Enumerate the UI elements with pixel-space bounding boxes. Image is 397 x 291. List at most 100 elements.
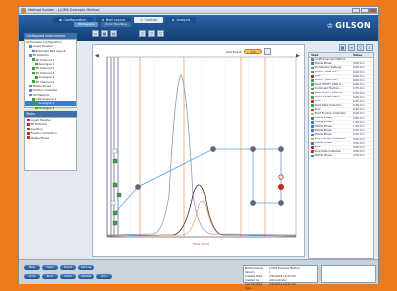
task-value: 3.00 min xyxy=(353,137,365,141)
check-button[interactable]: Check xyxy=(60,274,76,279)
save-icon[interactable]: ▤ xyxy=(110,30,117,37)
task-name-cell: Mobile Phase xyxy=(309,125,353,128)
task-name: Sync xyxy=(314,74,321,78)
timeline-chart[interactable]: Time (min) ◀ ▶ Add Event: Job xyxy=(92,44,305,257)
task-icon xyxy=(311,150,314,154)
gradient-point xyxy=(135,184,141,190)
info-value: LC/MS Example Method xyxy=(269,267,300,270)
task-name-cell: GX-271 Prep Inject... xyxy=(309,96,353,99)
filter-icon[interactable]: ▽ xyxy=(157,30,164,37)
filter-icon[interactable]: ▽ xyxy=(357,44,364,51)
task-icon xyxy=(311,79,314,82)
run-button[interactable]: Run xyxy=(96,274,112,279)
task-name: Mobile Phase xyxy=(314,116,332,120)
table-row[interactable]: Mobile Phase 4.50 min xyxy=(309,154,373,159)
info-row: Last Modified Date 7/26/2016 10:45 AM xyxy=(245,283,316,290)
event-marker xyxy=(112,220,118,226)
task-value: 0.25 min xyxy=(353,99,365,103)
tab-status-dot xyxy=(140,18,143,22)
task-name-cell: LC/MS Example Method xyxy=(309,58,353,61)
x-axis-label: Time (min) xyxy=(192,242,209,246)
task-name: Mobile Phase xyxy=(314,129,332,132)
task-icon xyxy=(311,95,314,99)
maximize-button[interactable] xyxy=(361,8,369,13)
task-icon xyxy=(311,66,314,70)
instrument-icon xyxy=(29,54,32,57)
task-name-cell: Sync xyxy=(309,100,353,103)
filter-icon[interactable]: ▽ xyxy=(139,30,146,37)
task-value: 2.50 min xyxy=(353,133,365,137)
task-name: Mobile Phase xyxy=(314,141,332,145)
task-value: 0.30 min xyxy=(353,104,365,108)
workspace-subtabs: Workspace Error Handling xyxy=(74,22,132,27)
task-value: 0.00 min xyxy=(353,83,365,87)
undo-button[interactable]: Undo xyxy=(24,274,40,279)
instrument-icon xyxy=(35,62,38,66)
task-icon xyxy=(311,121,314,124)
task-icon xyxy=(311,75,314,78)
task-name: Sync xyxy=(314,108,321,111)
task-name: Mobile Phase xyxy=(314,125,332,128)
toolbar-left: ▭ ▦ ▤ xyxy=(92,30,117,37)
gilson-logo: GILSON xyxy=(335,21,371,30)
application-window: Method Builder - LC/MS Example Method Co… xyxy=(18,6,379,290)
redo-button[interactable]: Redo xyxy=(42,274,58,279)
task-value: 3.50 min xyxy=(353,141,365,145)
task-name: VERITY 1900 MS... xyxy=(314,78,339,82)
task-icon xyxy=(27,132,30,135)
gradient-point xyxy=(278,146,284,152)
task-value: 4.50 min xyxy=(353,154,365,158)
task-name-cell: Sync xyxy=(309,146,353,149)
subtab-error-handling[interactable]: Error Handling xyxy=(101,22,132,27)
task-icon xyxy=(311,87,314,91)
grid-icon[interactable]: ▦ xyxy=(101,30,108,37)
new-icon[interactable]: ▭ xyxy=(92,30,99,37)
add-event-control: Add Event: Job xyxy=(226,48,272,55)
task-icon xyxy=(27,127,30,131)
instrument-icon xyxy=(29,84,32,88)
tree-item[interactable]: Analogue 4 xyxy=(25,106,76,110)
task-name: PK Detector Settings xyxy=(314,66,342,69)
validate-button[interactable]: Validate xyxy=(78,274,94,279)
event-marker xyxy=(112,182,118,188)
open-button[interactable]: Open xyxy=(42,265,58,270)
save-as-button[interactable]: Save as xyxy=(78,265,94,270)
tab-analysis[interactable]: Analysis xyxy=(165,17,197,23)
tasks-list: Liquid Handler PK Detector Injection Fracti… xyxy=(24,117,77,171)
add-event-dropdown[interactable]: Job xyxy=(244,49,263,54)
task-icon xyxy=(311,129,314,133)
subtab-workspace[interactable]: Workspace xyxy=(74,22,99,27)
notes-field[interactable] xyxy=(321,265,376,283)
task-icon xyxy=(311,142,314,145)
instrument-icon xyxy=(26,40,29,44)
event-marker xyxy=(110,200,116,206)
instrument-icon xyxy=(35,102,38,105)
tab-status-dot xyxy=(171,18,175,22)
task-name-cell: Stop Fraction Collection xyxy=(309,138,353,141)
method-info: Method Name LC/MS Example Method Version 1 C… xyxy=(243,265,318,290)
tiles-icon[interactable]: ▦ xyxy=(339,44,346,51)
chart-canvas[interactable]: Time (min) ◀ ▶ xyxy=(93,45,304,256)
instrument-icon xyxy=(32,67,35,70)
left-panel: Configured Instruments Example Configura… xyxy=(24,33,77,241)
tab-control[interactable]: Control xyxy=(134,17,163,23)
export-icon[interactable]: ⇩ xyxy=(366,44,373,51)
event-marker xyxy=(112,148,118,154)
task-value: 0.00 min xyxy=(353,78,365,82)
task-value: 0.00 min xyxy=(353,66,365,70)
calendar-icon[interactable] xyxy=(264,48,272,55)
import-button[interactable]: Import xyxy=(60,265,76,270)
app-icon xyxy=(21,8,26,13)
task-name: Continued Fraction... xyxy=(314,87,342,90)
task-name-cell: Start VERITY 1900 S... xyxy=(309,83,353,87)
minimize-button[interactable] xyxy=(352,8,360,13)
list-icon[interactable]: ≡ xyxy=(348,44,355,51)
task-value: 1.00 min xyxy=(353,120,365,124)
task-name: Mobile Phase xyxy=(314,154,332,157)
instrument-icon xyxy=(32,58,35,62)
close-button[interactable] xyxy=(369,8,377,13)
task-value: 2.00 min xyxy=(353,129,365,133)
task-item[interactable]: Mobile Phase xyxy=(25,136,76,140)
new-button[interactable]: New xyxy=(24,265,40,270)
filter-icon[interactable]: ▽ xyxy=(148,30,155,37)
